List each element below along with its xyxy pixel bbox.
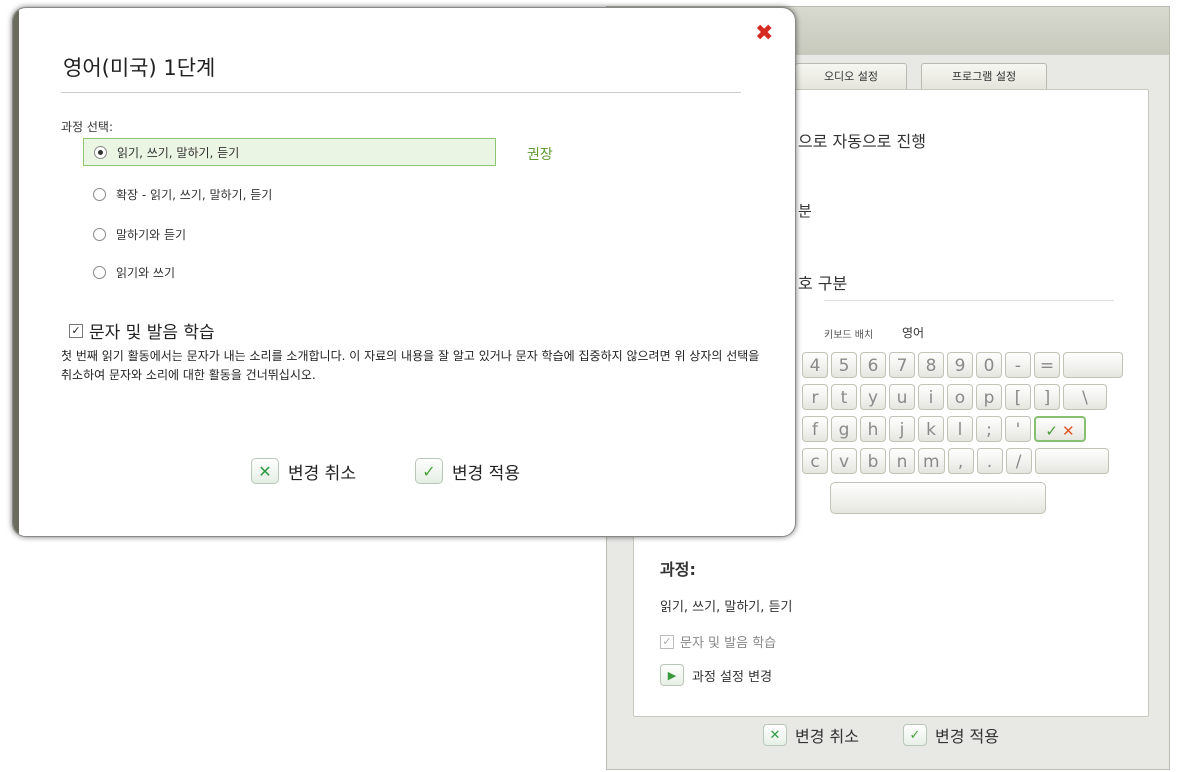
key[interactable]: o xyxy=(947,384,973,410)
tab-program-settings[interactable]: 프로그램 설정 xyxy=(921,63,1047,90)
key[interactable]: u xyxy=(889,384,915,410)
check-icon: ✓ xyxy=(903,724,927,746)
key[interactable]: 6 xyxy=(860,352,886,378)
key[interactable]: 4 xyxy=(802,352,828,378)
shift-key[interactable] xyxy=(1034,448,1109,474)
keyboard-row-2: r t y u i o p [ ] \ xyxy=(802,384,1107,410)
backspace-key[interactable] xyxy=(1063,352,1123,378)
key[interactable]: p xyxy=(976,384,1002,410)
letters-sound-checkbox[interactable]: ✓ 문자 및 발음 학습 xyxy=(69,318,215,343)
key[interactable]: j xyxy=(889,416,915,442)
key[interactable]: m xyxy=(918,448,945,474)
course-label: 과정: xyxy=(660,560,696,579)
symbol-separation-text: 호 구분 xyxy=(798,274,848,293)
option-label: 읽기와 쓰기 xyxy=(116,265,176,280)
change-course-settings-button[interactable]: ▶ 과정 설정 변경 xyxy=(660,664,772,686)
key[interactable]: 9 xyxy=(947,352,973,378)
apply-label: 변경 적용 xyxy=(452,463,520,484)
key[interactable]: n xyxy=(889,448,915,474)
letters-description: 첫 번째 읽기 활동에서는 문자가 내는 소리를 소개합니다. 이 자료의 내용… xyxy=(61,349,760,382)
divider xyxy=(824,300,1114,301)
cancel-changes-button[interactable]: ✕ 변경 취소 xyxy=(251,458,356,484)
bg-apply-button[interactable]: ✓ 변경 적용 xyxy=(903,723,999,747)
key[interactable]: c xyxy=(802,448,828,474)
key[interactable]: \ xyxy=(1063,384,1107,410)
key[interactable]: h xyxy=(860,416,886,442)
key[interactable]: t xyxy=(831,384,857,410)
key[interactable]: b xyxy=(860,448,886,474)
recommended-label: 권장 xyxy=(527,147,553,163)
key[interactable]: = xyxy=(1034,352,1060,378)
course-option-extended[interactable]: 확장 - 읽기, 쓰기, 말하기, 듣기 xyxy=(93,180,272,208)
option-label: 말하기와 듣기 xyxy=(116,227,187,242)
dialog-left-edge xyxy=(13,8,19,536)
change-course-settings-label: 과정 설정 변경 xyxy=(692,669,773,685)
checkbox-icon: ✓ xyxy=(660,634,674,649)
bg-cancel-button[interactable]: ✕ 변경 취소 xyxy=(763,723,859,747)
auto-progress-text: 으로 자동으로 진행 xyxy=(798,132,926,151)
course-value: 읽기, 쓰기, 말하기, 듣기 xyxy=(660,600,793,615)
close-icon[interactable]: ✖ xyxy=(755,23,773,45)
key[interactable]: y xyxy=(860,384,886,410)
keyboard-row-4: c v b n m , . / xyxy=(802,448,1109,474)
letters-checkbox-label: 문자 및 발음 학습 xyxy=(680,636,777,651)
keyboard-row-1: 4 5 6 7 8 9 0 - = xyxy=(802,352,1123,378)
course-option-speak-listen[interactable]: 말하기와 듣기 xyxy=(93,220,186,248)
key[interactable]: . xyxy=(976,448,1003,474)
key[interactable]: f xyxy=(802,416,828,442)
partial-text: 분 xyxy=(798,202,812,220)
key[interactable]: 5 xyxy=(831,352,857,378)
cancel-label: 변경 취소 xyxy=(288,463,356,484)
course-dialog: ✖ 영어(미국) 1단계 과정 선택: 읽기, 쓰기, 말하기, 듣기 권장 확… xyxy=(12,7,796,537)
close-icon: ✕ xyxy=(1062,422,1075,440)
title-divider xyxy=(61,92,741,93)
check-icon: ✓ xyxy=(1045,422,1058,440)
play-icon: ▶ xyxy=(660,664,684,686)
course-option-read-write-speak-listen[interactable]: 읽기, 쓰기, 말하기, 듣기 xyxy=(83,138,496,166)
key[interactable]: 7 xyxy=(889,352,915,378)
key[interactable]: - xyxy=(1005,352,1031,378)
course-option-read-write[interactable]: 읽기와 쓰기 xyxy=(93,258,175,286)
checkbox-checked-icon: ✓ xyxy=(69,323,83,338)
bg-apply-label: 변경 적용 xyxy=(935,727,999,746)
key[interactable]: ' xyxy=(1005,416,1031,442)
bg-cancel-label: 변경 취소 xyxy=(795,727,859,746)
key[interactable]: ; xyxy=(976,416,1002,442)
spacebar[interactable] xyxy=(830,482,1046,514)
key[interactable]: / xyxy=(1005,448,1032,474)
course-select-label: 과정 선택: xyxy=(61,120,114,134)
tab-audio-settings[interactable]: 오디오 설정 xyxy=(795,63,907,90)
keyboard-layout-value[interactable]: 영어 xyxy=(902,324,924,341)
key[interactable]: v xyxy=(831,448,857,474)
option-label: 확장 - 읽기, 쓰기, 말하기, 듣기 xyxy=(116,187,273,202)
radio-icon xyxy=(93,227,106,241)
key[interactable]: l xyxy=(947,416,973,442)
option-label: 읽기, 쓰기, 말하기, 듣기 xyxy=(117,145,240,160)
radio-icon xyxy=(93,265,106,279)
enter-key[interactable]: ✓ ✕ xyxy=(1034,416,1086,442)
key[interactable]: ] xyxy=(1034,384,1060,410)
key[interactable]: [ xyxy=(1005,384,1031,410)
key[interactable]: r xyxy=(802,384,828,410)
key[interactable]: g xyxy=(831,416,857,442)
key[interactable]: 8 xyxy=(918,352,944,378)
key[interactable]: k xyxy=(918,416,944,442)
letters-checkbox-disabled: ✓ 문자 및 발음 학습 xyxy=(660,632,776,651)
x-icon: ✕ xyxy=(763,724,787,746)
radio-selected-icon xyxy=(94,145,107,159)
dialog-title: 영어(미국) 1단계 xyxy=(63,56,216,80)
letters-checkbox-label: 문자 및 발음 학습 xyxy=(89,323,215,343)
key[interactable]: , xyxy=(947,448,974,474)
x-icon: ✕ xyxy=(251,458,279,484)
check-icon: ✓ xyxy=(415,458,443,484)
apply-changes-button[interactable]: ✓ 변경 적용 xyxy=(415,458,520,484)
key[interactable]: i xyxy=(918,384,944,410)
key[interactable]: 0 xyxy=(976,352,1002,378)
radio-icon xyxy=(93,187,106,201)
keyboard-row-3: f g h j k l ; ' ✓ ✕ xyxy=(802,416,1086,442)
keyboard-layout-label: 키보드 배치 xyxy=(824,330,874,341)
